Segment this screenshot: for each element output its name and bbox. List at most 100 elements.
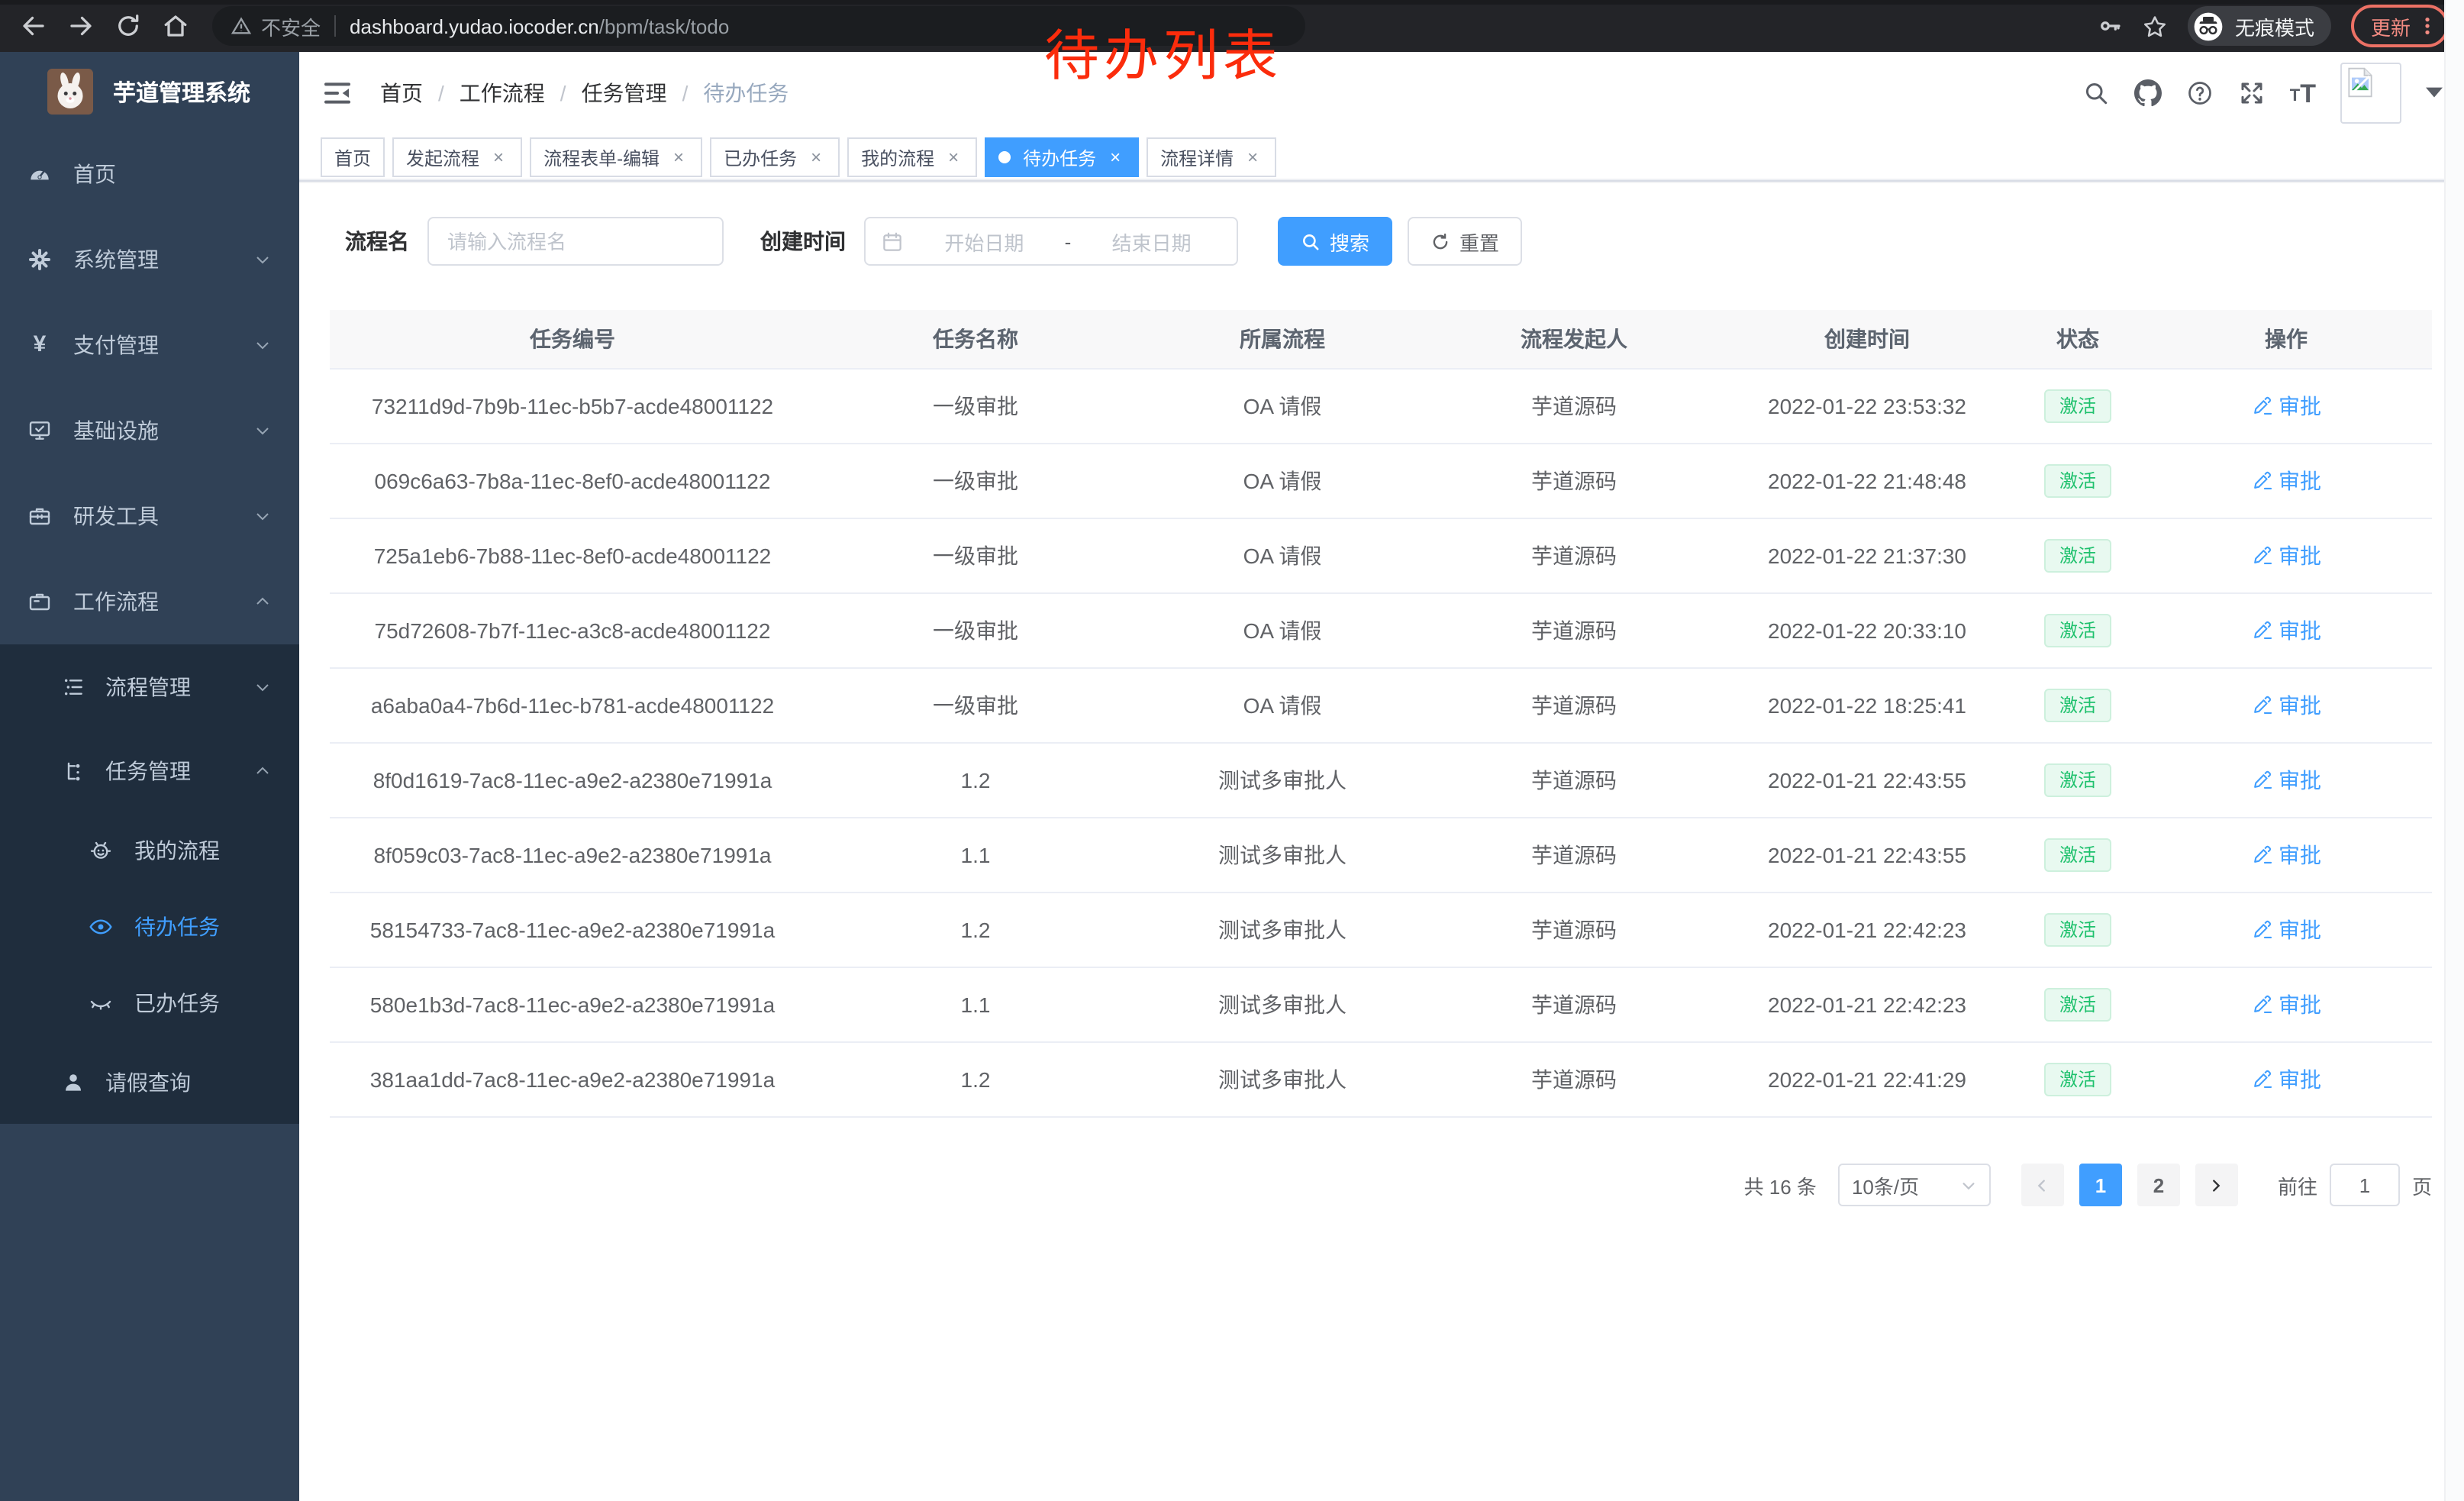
goto-page-input[interactable] <box>2330 1164 2400 1206</box>
page-button-1[interactable]: 1 <box>2079 1164 2122 1206</box>
tab-close-icon[interactable]: × <box>1105 147 1125 167</box>
status-badge: 激活 <box>2044 464 2111 498</box>
approve-button[interactable]: 审批 <box>2251 765 2321 796</box>
tab-close-icon[interactable]: × <box>489 147 508 167</box>
font-size-icon[interactable]: TT <box>2290 80 2316 106</box>
pencil-icon <box>2251 620 2272 641</box>
tab-todo-tasks[interactable]: 待办任务× <box>985 137 1139 177</box>
tab-close-icon[interactable]: × <box>1243 147 1263 167</box>
tab-close-icon[interactable]: × <box>806 147 826 167</box>
caret-down-icon[interactable] <box>2426 87 2443 99</box>
task-process: OA 请假 <box>1243 693 1322 718</box>
approve-button[interactable]: 审批 <box>2251 915 2321 945</box>
page-size-select[interactable]: 10条/页 <box>1838 1164 1991 1206</box>
monitor-icon <box>27 418 52 443</box>
pencil-icon <box>2251 919 2272 941</box>
incognito-badge: 无痕模式 <box>2188 6 2331 46</box>
tab-start-process[interactable]: 发起流程× <box>392 137 522 177</box>
approve-button[interactable]: 审批 <box>2251 690 2321 721</box>
date-range-picker[interactable]: 开始日期 - 结束日期 <box>864 217 1238 266</box>
status-badge: 激活 <box>2044 614 2111 647</box>
breadcrumb-home[interactable]: 首页 <box>380 78 423 108</box>
approve-button[interactable]: 审批 <box>2251 989 2321 1020</box>
browser-back-icon[interactable] <box>20 12 47 40</box>
sidebar-item-todo-tasks[interactable]: 待办任务 <box>0 889 299 965</box>
tab-done-tasks[interactable]: 已办任务× <box>710 137 840 177</box>
task-name: 1.1 <box>961 843 991 867</box>
browser-forward-icon[interactable] <box>67 12 95 40</box>
sidebar-item-process-management[interactable]: 流程管理 <box>0 644 299 730</box>
col-status: 状态 <box>2015 310 2140 369</box>
sidebar-item-done-tasks[interactable]: 已办任务 <box>0 965 299 1041</box>
task-id: 8f0d1619-7ac8-11ec-a9e2-a2380e71991a <box>373 768 772 792</box>
breadcrumb-workflow[interactable]: 工作流程 <box>460 78 545 108</box>
breadcrumb-task-management[interactable]: 任务管理 <box>582 78 667 108</box>
task-id: 069c6a63-7b8a-11ec-8ef0-acde48001122 <box>375 469 771 493</box>
url-host: dashboard.yudao.iocoder.cn <box>350 15 599 37</box>
status-badge: 激活 <box>2044 988 2111 1022</box>
sidebar-item-home[interactable]: 首页 <box>0 131 299 217</box>
approve-button[interactable]: 审批 <box>2251 615 2321 646</box>
status-badge: 激活 <box>2044 689 2111 722</box>
tab-my-process[interactable]: 我的流程× <box>847 137 977 177</box>
task-created-time: 2022-01-22 21:37:30 <box>1768 544 1966 568</box>
bookmark-star-icon[interactable] <box>2142 13 2168 39</box>
approve-button[interactable]: 审批 <box>2251 541 2321 571</box>
chevron-down-icon <box>253 421 272 440</box>
tab-home[interactable]: 首页 <box>321 137 385 177</box>
next-page-button[interactable] <box>2195 1164 2238 1206</box>
browser-update-button[interactable]: 更新 <box>2351 5 2449 47</box>
start-date-placeholder: 开始日期 <box>914 227 1054 256</box>
sidebar-item-leave-query[interactable]: 请假查询 <box>0 1041 299 1124</box>
prev-page-button[interactable] <box>2021 1164 2064 1206</box>
browser-menu-kebab-icon[interactable] <box>2417 14 2438 38</box>
search-icon[interactable] <box>2082 79 2110 107</box>
tab-close-icon[interactable]: × <box>669 147 689 167</box>
sidebar-item-system[interactable]: 系统管理 <box>0 217 299 302</box>
task-starter: 芋道源码 <box>1531 843 1617 867</box>
task-created-time: 2022-01-21 22:43:55 <box>1768 768 1966 792</box>
page-scrollbar[interactable] <box>2444 0 2464 1501</box>
help-icon[interactable] <box>2186 79 2214 107</box>
sidebar-item-dev-tools[interactable]: 研发工具 <box>0 473 299 559</box>
tab-close-icon[interactable]: × <box>943 147 963 167</box>
navbar: 首页 / 工作流程 / 任务管理 / 待办任务 TT <box>299 52 2464 134</box>
process-name-input[interactable] <box>427 217 724 266</box>
task-starter: 芋道源码 <box>1531 1067 1617 1092</box>
table-row: 73211d9d-7b9b-11ec-b5b7-acde48001122 一级审… <box>330 369 2432 444</box>
sidebar-item-my-process[interactable]: 我的流程 <box>0 812 299 889</box>
task-id: 75d72608-7b7f-11ec-a3c8-acde48001122 <box>375 618 771 643</box>
task-id: 580e1b3d-7ac8-11ec-a9e2-a2380e71991a <box>370 993 775 1017</box>
pencil-icon <box>2251 994 2272 1015</box>
task-table: 任务编号 任务名称 所属流程 流程发起人 创建时间 状态 操作 73211d9d… <box>330 310 2432 1118</box>
browser-home-icon[interactable] <box>162 12 189 40</box>
sidebar-item-workflow[interactable]: 工作流程 <box>0 559 299 644</box>
task-starter: 芋道源码 <box>1531 693 1617 718</box>
task-created-time: 2022-01-21 22:42:23 <box>1768 918 1966 942</box>
approve-button[interactable]: 审批 <box>2251 466 2321 496</box>
sidebar-item-task-management[interactable]: 任务管理 <box>0 730 299 812</box>
avatar[interactable] <box>2340 63 2401 124</box>
app-logo[interactable]: 芋道管理系统 <box>0 52 299 131</box>
tab-form-edit[interactable]: 流程表单-编辑× <box>530 137 702 177</box>
sidebar-item-infrastructure[interactable]: 基础设施 <box>0 388 299 473</box>
page-button-2[interactable]: 2 <box>2137 1164 2180 1206</box>
task-created-time: 2022-01-22 21:48:48 <box>1768 469 1966 493</box>
search-button[interactable]: 搜索 <box>1278 217 1392 266</box>
github-icon[interactable] <box>2134 79 2162 107</box>
pencil-icon <box>2251 844 2272 866</box>
fullscreen-icon[interactable] <box>2238 79 2266 107</box>
reset-button[interactable]: 重置 <box>1408 217 1522 266</box>
sidebar-toggle-icon[interactable] <box>322 78 353 108</box>
approve-button[interactable]: 审批 <box>2251 1064 2321 1095</box>
task-id: 58154733-7ac8-11ec-a9e2-a2380e71991a <box>370 918 775 942</box>
task-process: 测试多审批人 <box>1218 993 1346 1017</box>
approve-button[interactable]: 审批 <box>2251 840 2321 870</box>
broken-image-icon <box>2343 66 2377 99</box>
browser-reload-icon[interactable] <box>114 12 142 40</box>
task-process: OA 请假 <box>1243 469 1322 493</box>
tab-process-detail[interactable]: 流程详情× <box>1147 137 1276 177</box>
key-icon[interactable] <box>2098 14 2122 38</box>
approve-button[interactable]: 审批 <box>2251 391 2321 421</box>
sidebar-item-payment[interactable]: ¥ 支付管理 <box>0 302 299 388</box>
